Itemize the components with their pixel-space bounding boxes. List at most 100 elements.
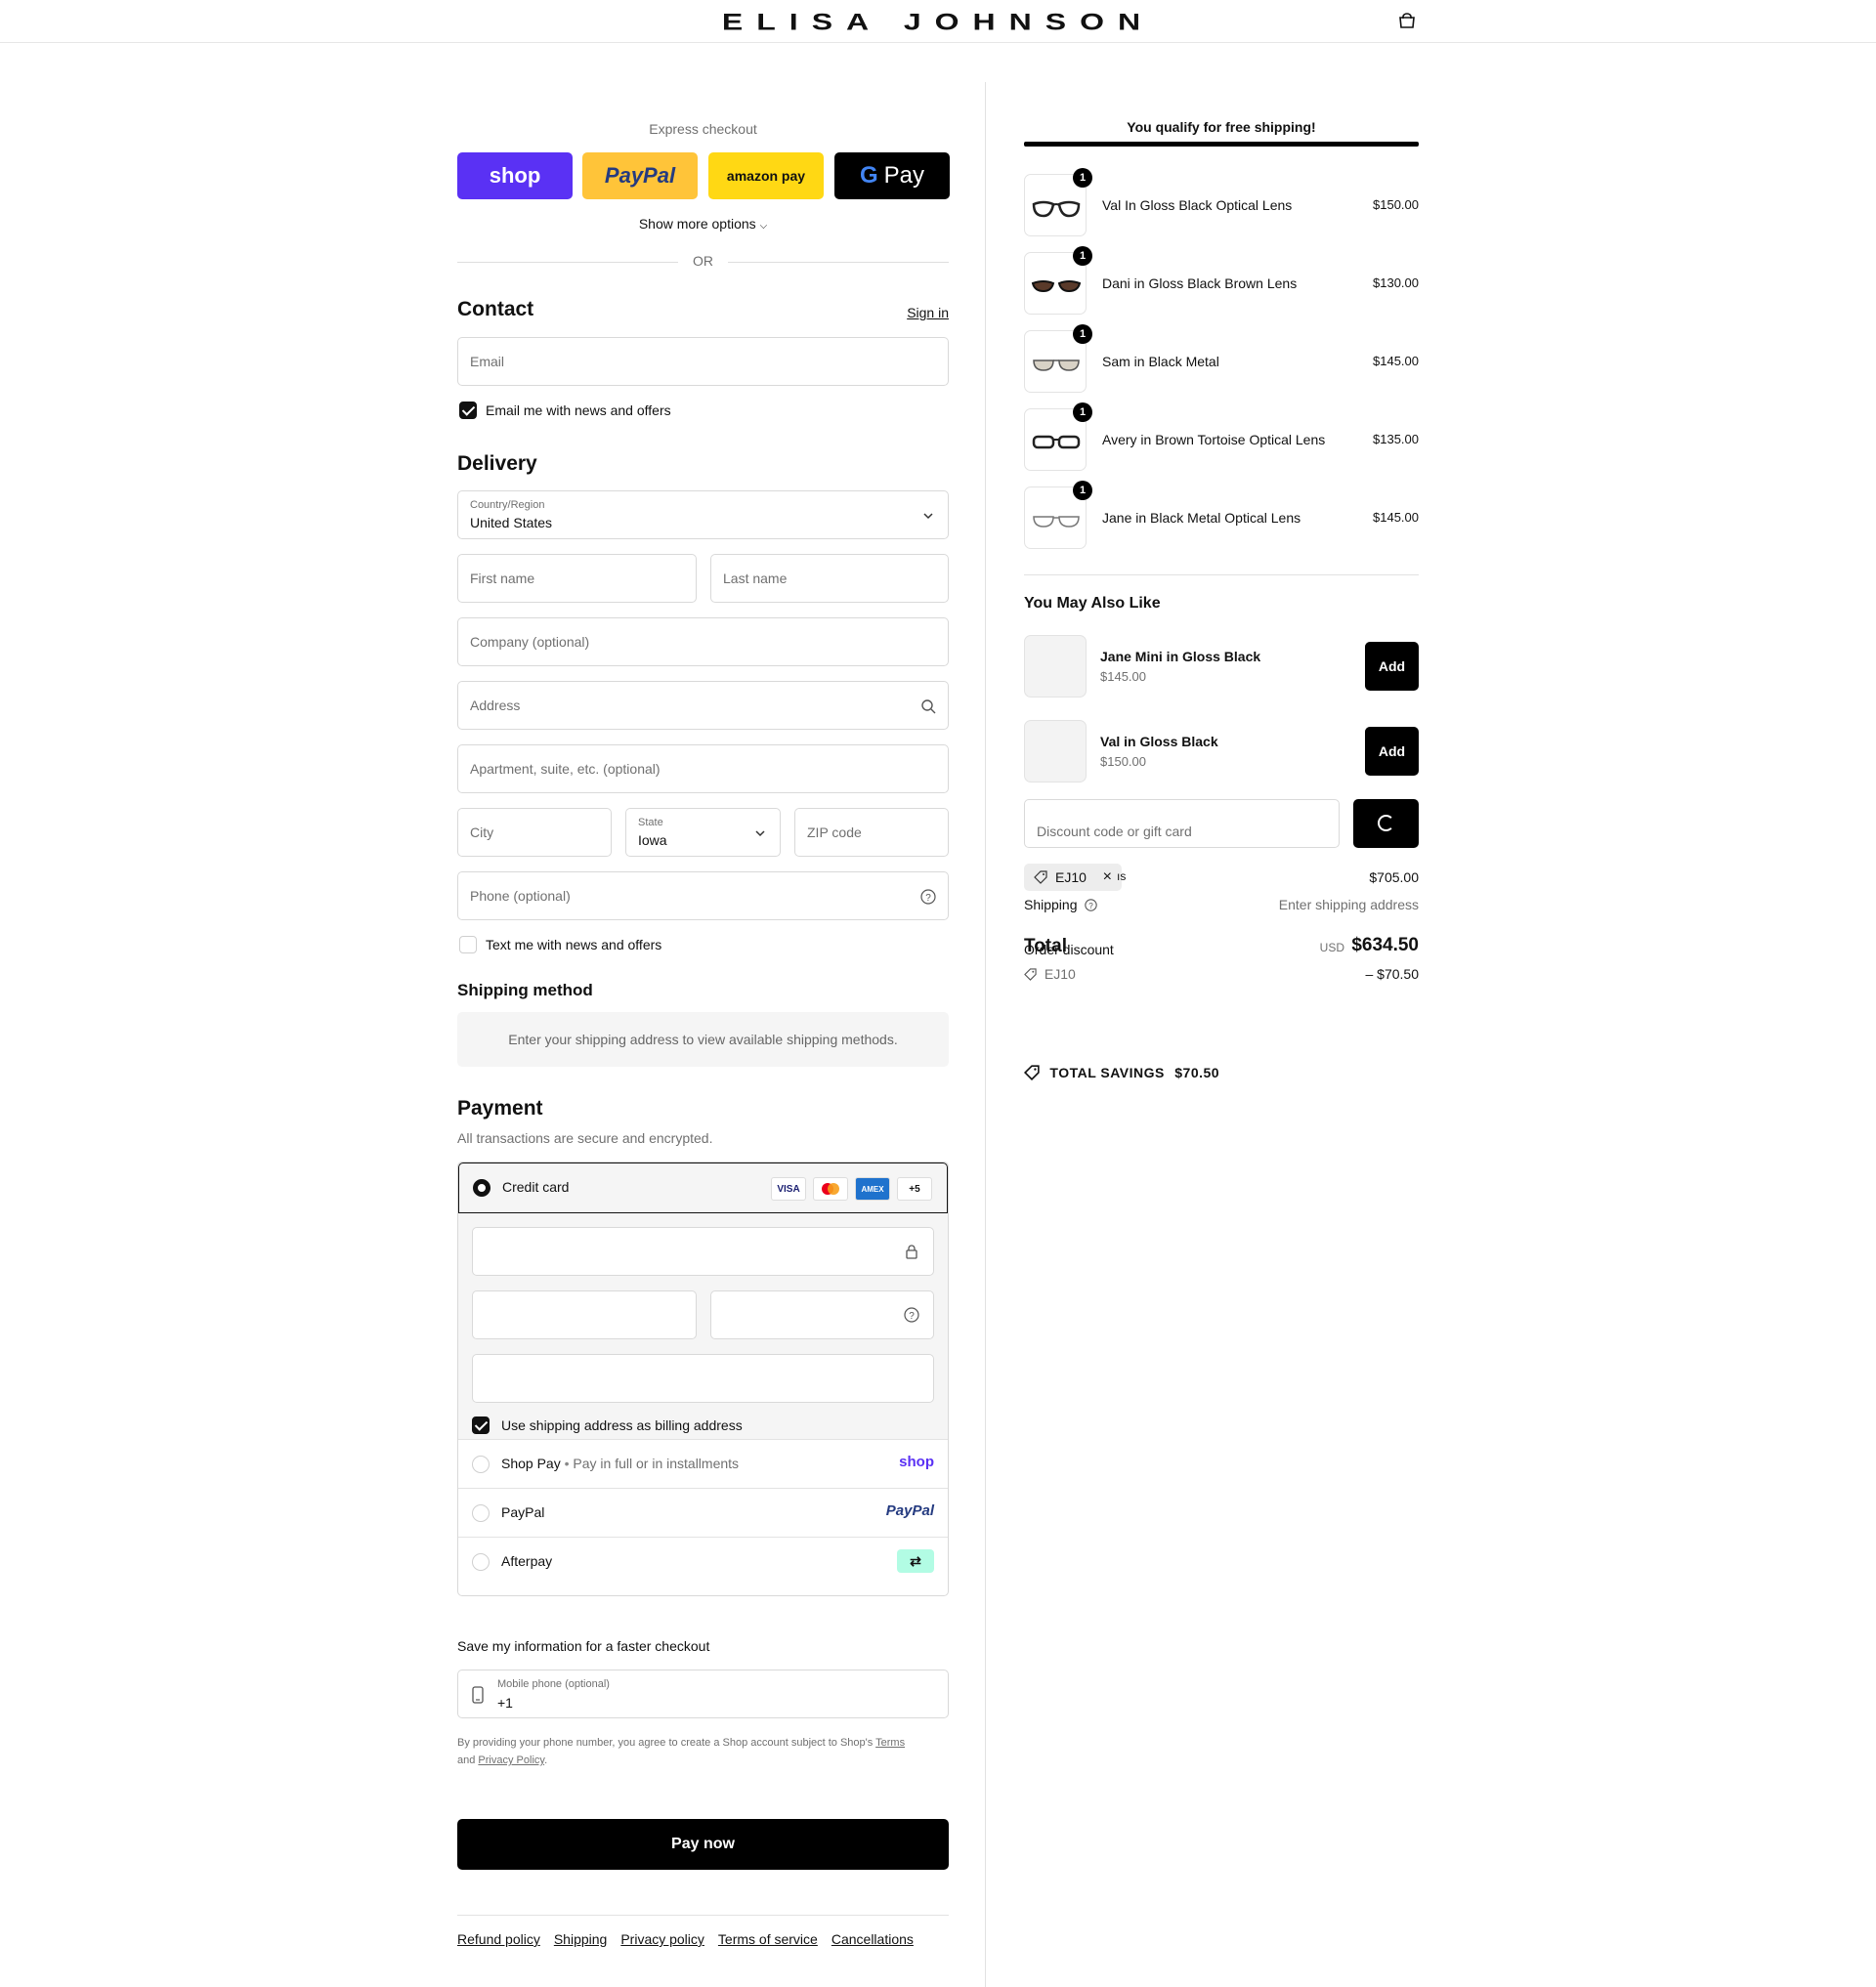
paypal-logo: PayPal [885, 1502, 934, 1519]
name-on-card-field[interactable] [472, 1354, 934, 1403]
afterpay-radio[interactable] [472, 1553, 490, 1571]
mobile-icon [472, 1686, 484, 1704]
apply-discount-button[interactable] [1353, 799, 1419, 848]
city-field[interactable]: City [457, 808, 612, 857]
phone-field[interactable]: Phone (optional) ? [457, 871, 949, 920]
bag-icon[interactable] [1397, 13, 1417, 28]
tag-icon [1024, 1065, 1040, 1080]
search-icon [921, 699, 936, 714]
city-placeholder: City [470, 824, 494, 840]
text-news-checkbox[interactable] [459, 936, 477, 953]
security-code-field[interactable]: ? [710, 1290, 934, 1339]
billing-same-checkbox[interactable] [472, 1416, 490, 1434]
google-g-icon: G [859, 162, 878, 189]
or-separator: OR [457, 253, 949, 271]
add-recommendation-button[interactable]: Add [1365, 727, 1419, 776]
shop-pay-option[interactable]: Shop Pay • Pay in full or in installment… [458, 1440, 948, 1489]
mobile-phone-label: Mobile phone (optional) [497, 1678, 610, 1690]
shop-pay-logo: shop [899, 1454, 934, 1470]
refund-policy-link[interactable]: Refund policy [457, 1931, 540, 1947]
paypal-radio[interactable] [472, 1504, 490, 1522]
state-select[interactable]: State Iowa [625, 808, 781, 857]
shop-pay-radio[interactable] [472, 1456, 490, 1473]
sign-in-link[interactable]: Sign in [907, 305, 949, 320]
mobile-phone-value: +1 [497, 1695, 513, 1711]
credit-card-radio[interactable] [473, 1179, 490, 1197]
last-name-placeholder: Last name [723, 571, 788, 586]
first-name-field[interactable]: First name [457, 554, 697, 603]
phone-placeholder: Phone (optional) [470, 888, 571, 904]
country-select[interactable]: Country/Region United States [457, 490, 949, 539]
item-price: $150.00 [1373, 197, 1419, 212]
email-news-label: Email me with news and offers [486, 402, 671, 418]
credit-card-option[interactable]: Credit card VISA AMEX +5 [458, 1163, 948, 1213]
afterpay-option[interactable]: Afterpay ⇄ [458, 1538, 948, 1586]
product-thumbnail [1024, 635, 1087, 698]
line-item: 1 Jane in Black Metal Optical Lens $145.… [1024, 481, 1419, 549]
amazon-pay-express-button[interactable]: amazon pay [708, 152, 824, 199]
help-icon[interactable]: ? [904, 1307, 919, 1323]
footer-divider [457, 1915, 949, 1916]
billing-same-label: Use shipping address as billing address [501, 1417, 743, 1433]
apartment-field[interactable]: Apartment, suite, etc. (optional) [457, 744, 949, 793]
chevron-down-icon [755, 830, 765, 837]
chevron-down-icon [923, 513, 933, 520]
quantity-badge: 1 [1073, 481, 1092, 500]
item-price: $145.00 [1373, 354, 1419, 368]
credit-card-label: Credit card [502, 1179, 570, 1195]
privacy-policy-link[interactable]: Privacy policy [620, 1931, 704, 1947]
brand-logo[interactable]: ELISA JOHNSON [0, 9, 1876, 36]
address-field[interactable]: Address [457, 681, 949, 730]
show-more-options-link[interactable]: Show more options ⌵ [457, 216, 949, 232]
expiration-field[interactable] [472, 1290, 697, 1339]
cancellations-link[interactable]: Cancellations [831, 1931, 914, 1947]
zip-field[interactable]: ZIP code [794, 808, 949, 857]
add-recommendation-button[interactable]: Add [1365, 642, 1419, 691]
recommendation-price: $145.00 [1100, 669, 1146, 684]
paypal-express-button[interactable]: PayPal [582, 152, 698, 199]
email-field[interactable]: Email [457, 337, 949, 386]
card-number-field[interactable] [472, 1227, 934, 1276]
address-placeholder: Address [470, 698, 521, 713]
google-pay-express-button[interactable]: G Pay [834, 152, 950, 199]
shop-pay-express-button[interactable]: shop [457, 152, 573, 199]
quantity-badge: 1 [1073, 246, 1092, 266]
close-icon[interactable]: × [1103, 864, 1112, 891]
recommendation-item: Jane Mini in Gloss Black $145.00 Add [1024, 635, 1419, 698]
discount-value: – $70.50 [1365, 966, 1420, 982]
item-name: Sam in Black Metal [1102, 354, 1219, 369]
zip-placeholder: ZIP code [807, 824, 862, 840]
footer-links: Refund policy Shipping Privacy policy Te… [457, 1931, 914, 1947]
line-item: 1 Avery in Brown Tortoise Optical Lens $… [1024, 402, 1419, 471]
terms-of-service-link[interactable]: Terms of service [718, 1931, 818, 1947]
email-placeholder: Email [470, 354, 505, 369]
terms-link[interactable]: Terms [875, 1737, 905, 1749]
company-field[interactable]: Company (optional) [457, 617, 949, 666]
quantity-badge: 1 [1073, 402, 1092, 422]
email-news-checkbox[interactable] [459, 402, 477, 419]
item-name: Avery in Brown Tortoise Optical Lens [1102, 432, 1326, 447]
pay-now-button[interactable]: Pay now [457, 1819, 949, 1870]
shipping-value: Enter shipping address [1278, 897, 1419, 912]
contact-heading: Contact [457, 298, 534, 320]
loading-spinner-icon [1378, 815, 1394, 831]
line-item: 1 Val In Gloss Black Optical Lens $150.0… [1024, 168, 1419, 236]
help-icon[interactable]: ? [920, 889, 936, 905]
afterpay-label: Afterpay [501, 1553, 553, 1569]
currency-code: USD [1319, 941, 1344, 954]
last-name-field[interactable]: Last name [710, 554, 949, 603]
privacy-link[interactable]: Privacy Policy [478, 1754, 544, 1766]
payment-subtitle: All transactions are secure and encrypte… [457, 1130, 713, 1146]
delivery-heading: Delivery [457, 452, 537, 475]
help-icon[interactable]: ? [1085, 899, 1098, 911]
discount-code-field[interactable]: Discount code or gift card [1024, 799, 1340, 848]
summary-divider [1024, 574, 1419, 575]
shipping-method-heading: Shipping method [457, 981, 593, 999]
recommendation-price: $150.00 [1100, 754, 1146, 769]
shipping-link[interactable]: Shipping [554, 1931, 608, 1947]
mobile-phone-field[interactable]: Mobile phone (optional) +1 [457, 1670, 949, 1718]
order-discount-label: Order discount [1024, 942, 1114, 957]
shipping-method-notice: Enter your shipping address to view avai… [457, 1012, 949, 1067]
applied-discount-chip: EJ10 × [1024, 864, 1122, 891]
paypal-option[interactable]: PayPal PayPal [458, 1489, 948, 1538]
